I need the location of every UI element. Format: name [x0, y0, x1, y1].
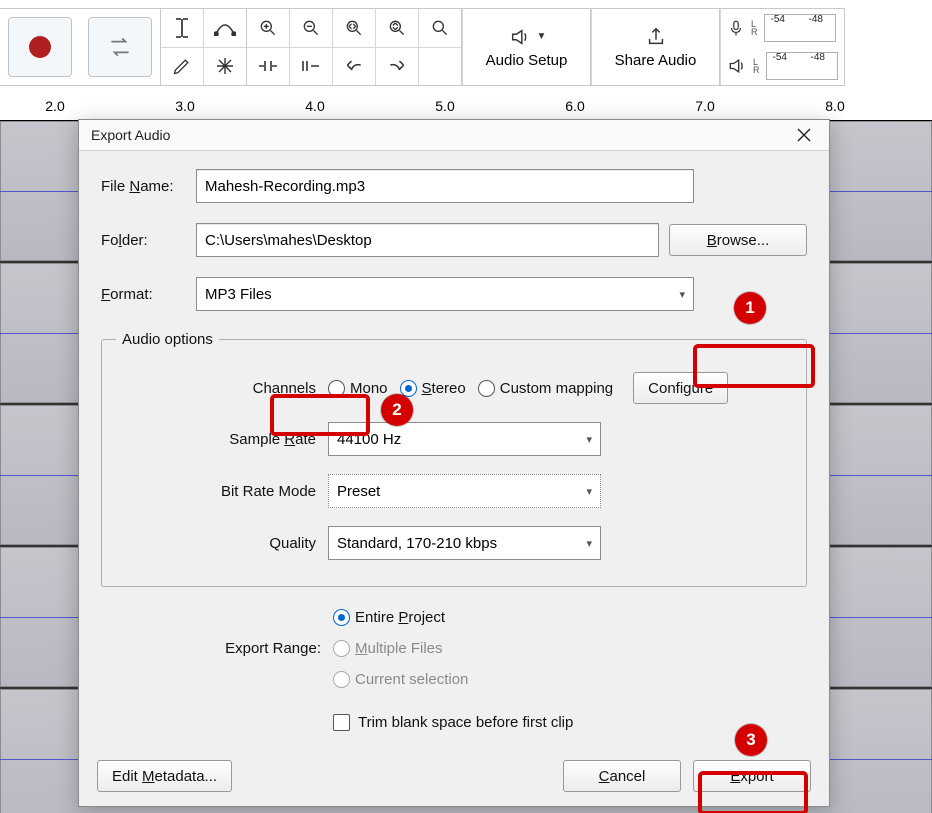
channels-label: Channels — [116, 380, 316, 397]
range-multiple-radio[interactable]: Multiple Files — [333, 640, 468, 657]
audio-options-legend: Audio options — [116, 331, 219, 348]
format-label: Format: — [101, 286, 186, 303]
lr-label-2: LR — [753, 58, 760, 74]
multi-tool[interactable] — [204, 48, 246, 86]
rec-meter-bar: -54 -48 — [764, 14, 836, 42]
mic-icon — [727, 17, 745, 39]
export-button[interactable]: Export — [693, 760, 811, 792]
record-button[interactable] — [8, 17, 72, 77]
audio-setup-label: Audio Setup — [486, 52, 568, 69]
audio-setup-button[interactable]: ▼ Audio Setup — [462, 9, 590, 85]
zoom-in-icon — [258, 18, 278, 38]
timeline-ruler[interactable]: 2.0 3.0 4.0 5.0 6.0 7.0 8.0 — [0, 92, 932, 120]
range-current-radio[interactable]: Current selection — [333, 671, 468, 688]
loop-icon — [107, 34, 133, 60]
fit-project-icon — [387, 18, 407, 38]
fit-selection-tool[interactable] — [333, 9, 375, 48]
bit-rate-mode-select[interactable]: Preset▾ — [328, 474, 601, 508]
speaker-icon — [507, 26, 533, 48]
dialog-titlebar[interactable]: Export Audio — [79, 120, 829, 151]
chevron-down-icon: ▾ — [586, 433, 592, 446]
quality-select[interactable]: Standard, 170-210 kbps▾ — [328, 526, 601, 560]
trim-icon — [257, 59, 279, 73]
undo-icon — [344, 58, 364, 74]
zoom-in-tool[interactable] — [247, 9, 289, 48]
fit-project-tool[interactable] — [376, 9, 418, 48]
file-name-input[interactable] — [196, 169, 694, 203]
file-name-label: File Name: — [101, 178, 186, 195]
trim-blank-checkbox[interactable]: Trim blank space before first clip — [333, 714, 573, 731]
sample-rate-label: Sample Rate — [116, 431, 316, 448]
toolbar: ▼ Audio Setup Share Audio LR -54 -48 — [0, 8, 845, 86]
share-audio-label: Share Audio — [615, 52, 697, 69]
export-audio-dialog: Export Audio File Name: Folder: Browse..… — [78, 119, 830, 807]
audio-options-group: Audio options Channels Mono Stereo Custo… — [101, 331, 807, 587]
bit-rate-mode-label: Bit Rate Mode — [116, 483, 316, 500]
edit-metadata-button[interactable]: Edit Metadata... — [97, 760, 232, 792]
share-audio-button[interactable]: Share Audio — [591, 9, 719, 85]
folder-input[interactable] — [196, 223, 659, 257]
draw-tool[interactable] — [161, 48, 203, 86]
zoom-out-tool[interactable] — [290, 9, 332, 48]
trim-tool[interactable] — [247, 48, 289, 86]
record-icon — [29, 36, 51, 58]
zoom-toggle-tool[interactable] — [419, 9, 461, 48]
configure-button[interactable]: Configure — [633, 372, 728, 404]
share-icon — [644, 26, 668, 48]
multi-icon — [215, 56, 235, 76]
sample-rate-select[interactable]: 44100 Hz▾ — [328, 422, 601, 456]
silence-tool[interactable] — [290, 48, 332, 86]
chevron-down-icon: ▾ — [679, 288, 685, 301]
channels-custom-radio[interactable]: Custom mapping — [478, 380, 613, 397]
silence-icon — [300, 59, 322, 73]
folder-label: Folder: — [101, 232, 186, 249]
cancel-button[interactable]: Cancel — [563, 760, 681, 792]
play-meter-bar: -54 -48 — [766, 52, 838, 80]
undo-button[interactable] — [333, 48, 375, 86]
chevron-down-icon: ▾ — [586, 537, 592, 550]
format-value: MP3 Files — [205, 286, 272, 303]
redo-button[interactable] — [376, 48, 418, 86]
fit-selection-icon — [344, 18, 364, 38]
channels-stereo-radio[interactable]: Stereo — [400, 380, 466, 397]
lr-label: LR — [751, 20, 758, 36]
dialog-title: Export Audio — [91, 127, 170, 143]
ibeam-icon — [173, 17, 191, 39]
redo-icon — [387, 58, 407, 74]
empty-cell — [419, 48, 461, 86]
ibeam-tool[interactable] — [161, 9, 203, 48]
loop-button[interactable] — [88, 17, 152, 77]
pencil-icon — [172, 56, 192, 76]
envelope-tool[interactable] — [204, 9, 246, 48]
close-icon — [797, 128, 811, 142]
play-meter[interactable]: LR -54 -48 — [721, 47, 844, 85]
checkbox-icon — [333, 714, 350, 731]
export-range-label: Export Range: — [101, 640, 321, 657]
format-select[interactable]: MP3 Files ▾ — [196, 277, 694, 311]
channels-mono-radio[interactable]: Mono — [328, 380, 388, 397]
browse-button[interactable]: Browse... — [669, 224, 807, 256]
zoom-out-icon — [301, 18, 321, 38]
chevron-down-icon: ▾ — [586, 485, 592, 498]
quality-label: Quality — [116, 535, 316, 552]
close-button[interactable] — [791, 122, 817, 148]
envelope-icon — [214, 20, 236, 36]
range-entire-radio[interactable]: Entire Project — [333, 609, 468, 626]
rec-meter[interactable]: LR -54 -48 — [721, 9, 844, 47]
speaker-small-icon — [727, 56, 747, 76]
zoom-toggle-icon — [430, 18, 450, 38]
